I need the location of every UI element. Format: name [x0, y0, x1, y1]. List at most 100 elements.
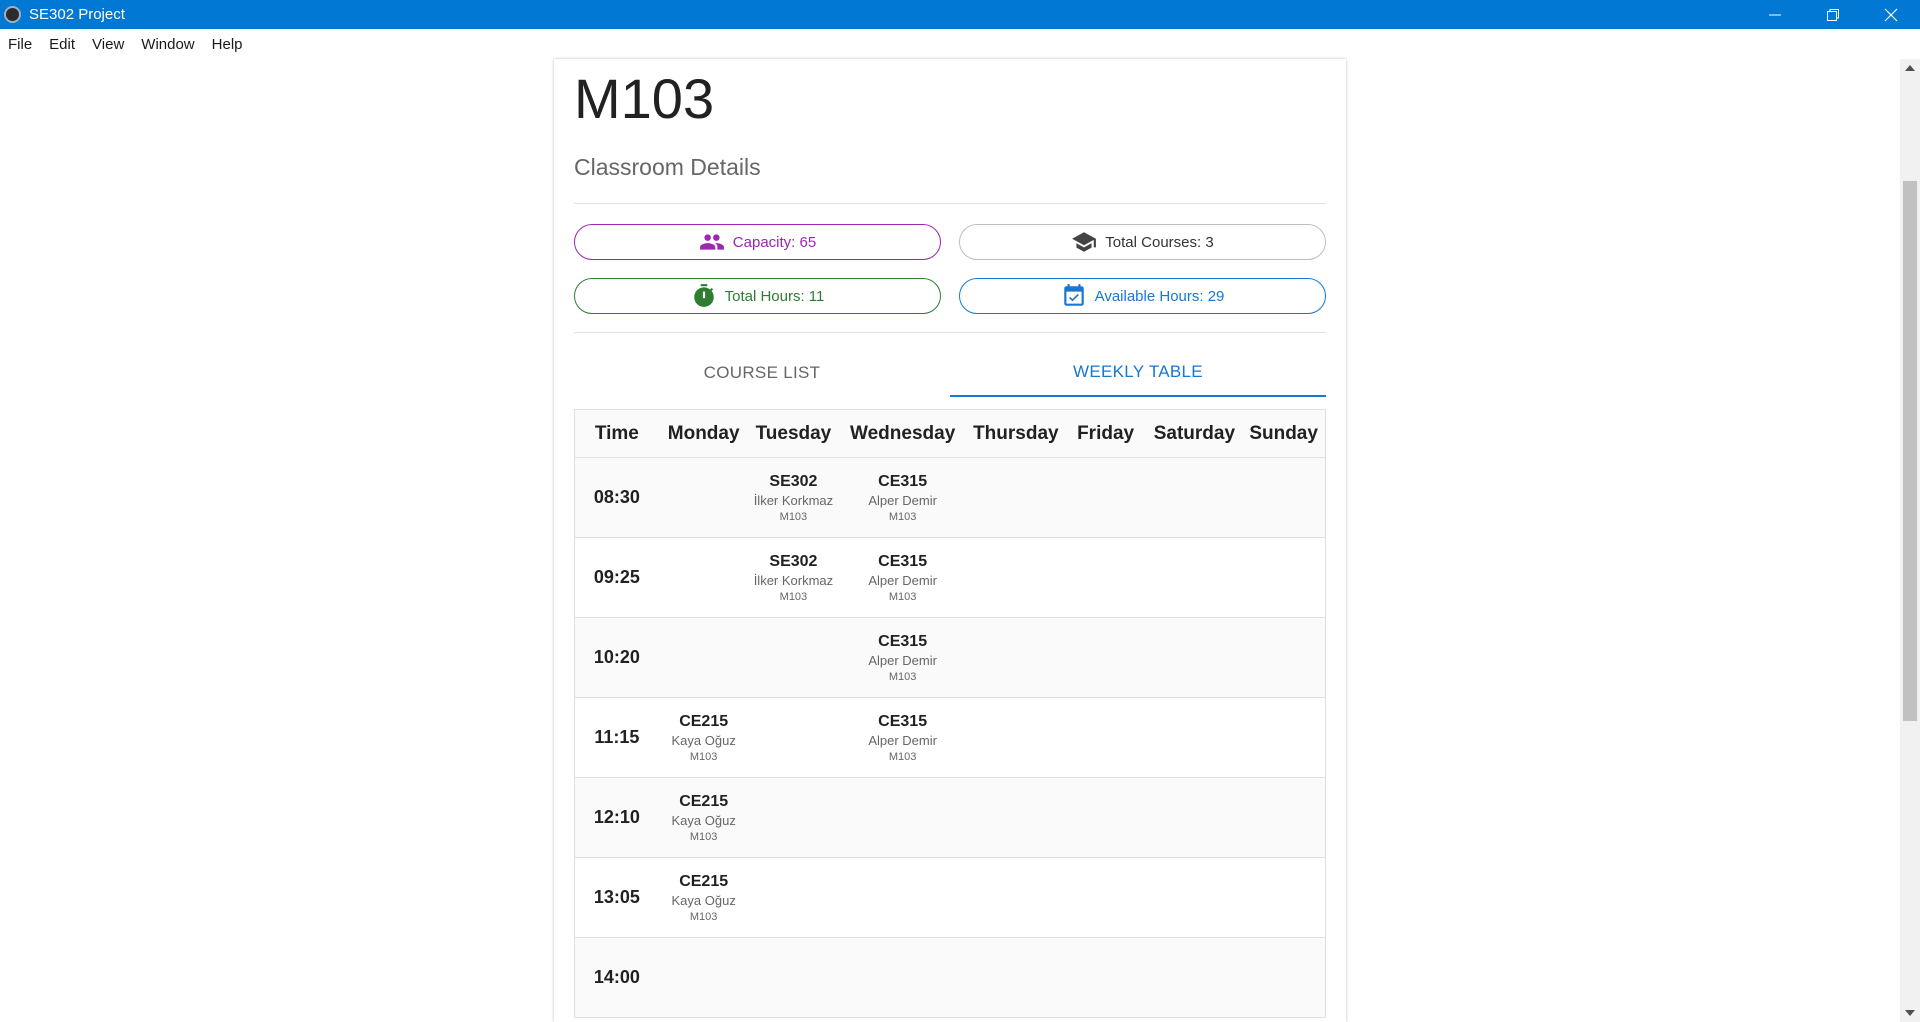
close-icon — [1884, 8, 1898, 21]
time-label: 10:20 — [593, 647, 640, 667]
table-row: 10:20 CE315 Alper Demir M103 — [575, 618, 1325, 698]
room-label: M103 — [888, 670, 917, 683]
instructor-name: Alper Demir — [868, 492, 937, 508]
course-slot[interactable]: SE302 İlker Korkmaz M103 — [749, 552, 839, 604]
classroom-card: M103 Classroom Details Capacity: 65 Tota… — [554, 59, 1346, 1022]
course-slot[interactable]: CE315 Alper Demir M103 — [838, 472, 967, 524]
scrollbar[interactable] — [1900, 59, 1920, 1022]
table-row: 14:00 — [575, 938, 1325, 1018]
close-button[interactable] — [1862, 0, 1920, 29]
restore-icon — [1827, 8, 1839, 21]
timer-icon — [693, 284, 714, 307]
instructor-name: Kaya Oğuz — [671, 812, 736, 828]
weekly-schedule-table: Time Monday Tuesday Wednesday Thursday Friday… — [574, 409, 1326, 1018]
course-code: CE215 — [679, 792, 729, 810]
total-courses-label: Total Courses: 3 — [1105, 233, 1214, 251]
room-label: M103 — [689, 830, 718, 843]
table-header: Time Monday Tuesday Wednesday Thursday Friday… — [575, 410, 1325, 458]
room-label: M103 — [888, 590, 917, 603]
capacity-label: Capacity: 65 — [732, 233, 817, 251]
course-slot[interactable]: CE215 Kaya Oğuz M103 — [659, 872, 749, 924]
column-header: Monday — [667, 422, 740, 444]
course-code: CE315 — [878, 472, 928, 490]
scroll-up-arrow-icon[interactable] — [1905, 65, 1915, 71]
window-title: SE302 Project — [29, 6, 125, 23]
time-cell: 10:20 — [575, 647, 659, 668]
menu-bar: File Edit View Window Help — [0, 29, 1920, 59]
time-cell: 14:00 — [575, 967, 659, 988]
minimize-icon — [1769, 14, 1781, 15]
room-label: M103 — [779, 590, 808, 603]
course-code: SE302 — [769, 472, 818, 490]
course-slot[interactable]: CE215 Kaya Oğuz M103 — [659, 792, 749, 844]
menu-window[interactable]: Window — [133, 36, 203, 53]
course-code: CE315 — [878, 552, 928, 570]
column-header: Wednesday — [850, 422, 956, 444]
time-label: 13:05 — [593, 887, 640, 907]
time-cell: 08:30 — [575, 487, 659, 508]
table-row: 11:15 CE215 Kaya Oğuz M103 CE315 Alper Demir M… — [575, 698, 1325, 778]
capacity-chip: Capacity: 65 — [574, 224, 941, 260]
menu-file[interactable]: File — [0, 36, 41, 53]
table-row: 12:10 CE215 Kaya Oğuz M103 — [575, 778, 1325, 858]
column-header: Tuesday — [755, 422, 832, 444]
course-slot[interactable]: SE302 İlker Korkmaz M103 — [749, 472, 839, 524]
people-icon — [699, 234, 724, 250]
available-hours-label: Available Hours: 29 — [1094, 287, 1225, 305]
time-label: 12:10 — [593, 807, 640, 827]
course-code: CE315 — [878, 712, 928, 730]
course-code: CE215 — [679, 712, 729, 730]
restore-button[interactable] — [1804, 0, 1862, 29]
instructor-name: İlker Korkmaz — [753, 492, 834, 508]
column-header: Friday — [1077, 422, 1135, 444]
menu-edit[interactable]: Edit — [41, 36, 84, 53]
course-code: SE302 — [769, 552, 818, 570]
minimize-button[interactable] — [1746, 0, 1804, 29]
time-label: 08:30 — [593, 487, 640, 507]
time-cell: 11:15 — [575, 727, 659, 748]
course-slot[interactable]: CE315 Alper Demir M103 — [838, 712, 967, 764]
tab-weekly-table[interactable]: WEEKLY TABLE — [950, 349, 1326, 397]
time-label: 11:15 — [594, 727, 640, 747]
instructor-name: Alper Demir — [868, 732, 937, 748]
instructor-name: Alper Demir — [868, 652, 937, 668]
window-controls — [1746, 0, 1920, 29]
scroll-thumb[interactable] — [1903, 181, 1917, 721]
table-body: 08:30 SE302 İlker Korkmaz M103 CE315 Alper De… — [575, 458, 1325, 1018]
time-label: 09:25 — [593, 567, 640, 587]
menu-view[interactable]: View — [84, 36, 133, 53]
instructor-name: Kaya Oğuz — [671, 892, 736, 908]
course-code: CE315 — [878, 632, 928, 650]
table-row: 09:25 SE302 İlker Korkmaz M103 CE315 Alper De… — [575, 538, 1325, 618]
time-cell: 09:25 — [575, 567, 659, 588]
room-label: M103 — [888, 750, 917, 763]
course-slot[interactable]: CE215 Kaya Oğuz M103 — [659, 712, 749, 764]
calendar-check-icon — [1063, 284, 1084, 306]
room-label: M103 — [779, 510, 808, 523]
course-slot[interactable]: CE315 Alper Demir M103 — [838, 552, 967, 604]
title-bar: SE302 Project — [0, 0, 1920, 29]
divider — [574, 332, 1326, 333]
course-code: CE215 — [679, 872, 729, 890]
tab-course-list[interactable]: COURSE LIST — [574, 349, 950, 397]
time-label: 14:00 — [593, 967, 640, 987]
time-cell: 12:10 — [575, 807, 659, 828]
available-hours-chip: Available Hours: 29 — [959, 278, 1326, 314]
page-subtitle: Classroom Details — [574, 154, 761, 180]
column-header: Thursday — [973, 422, 1059, 444]
instructor-name: İlker Korkmaz — [753, 572, 834, 588]
table-row: 13:05 CE215 Kaya Oğuz M103 — [575, 858, 1325, 938]
column-header: Time — [594, 422, 639, 444]
graduation-cap-icon — [1072, 232, 1097, 252]
room-label: M103 — [689, 910, 718, 923]
page-title: M103 — [574, 67, 715, 130]
column-header: Sunday — [1249, 422, 1318, 444]
column-header: Saturday — [1153, 422, 1236, 444]
course-slot[interactable]: CE315 Alper Demir M103 — [838, 632, 967, 684]
time-cell: 13:05 — [575, 887, 659, 908]
room-label: M103 — [689, 750, 718, 763]
divider — [574, 203, 1326, 204]
menu-help[interactable]: Help — [204, 36, 252, 53]
scroll-down-arrow-icon[interactable] — [1905, 1010, 1915, 1016]
tab-bar: COURSE LIST WEEKLY TABLE — [574, 349, 1326, 397]
